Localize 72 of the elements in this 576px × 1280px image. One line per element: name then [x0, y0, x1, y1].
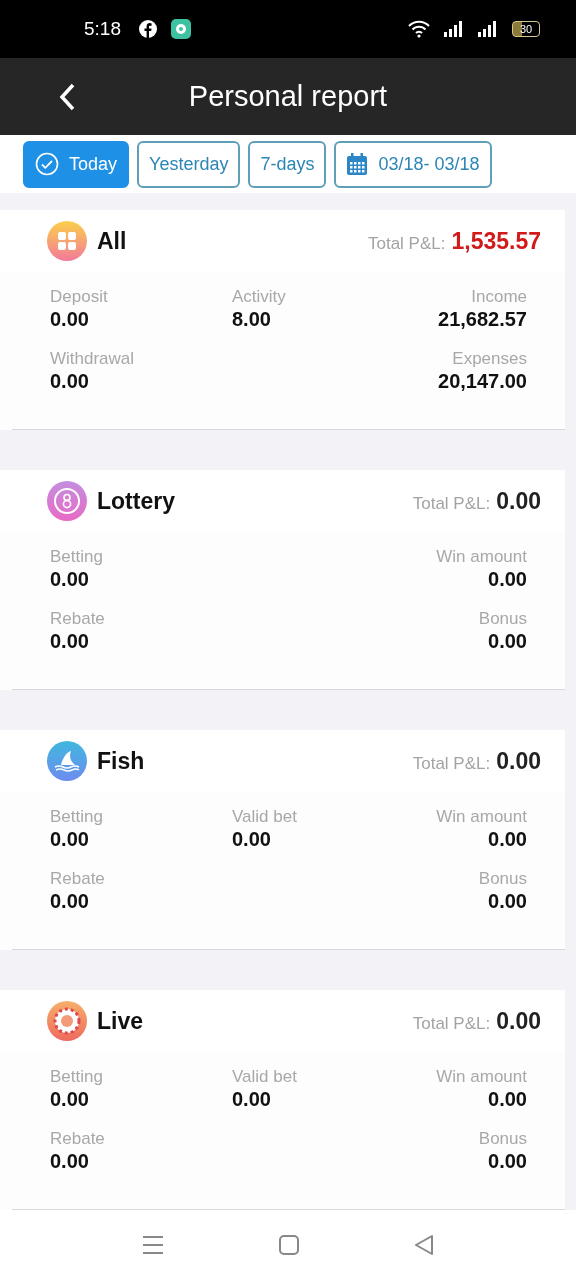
stat-value: 0.00	[232, 1087, 271, 1111]
date-filter-tab[interactable]: 7-days	[248, 140, 327, 188]
category-name: Lottery	[97, 487, 176, 515]
stat-label: Rebate	[50, 608, 105, 629]
stat-label: Betting	[50, 1066, 103, 1087]
home-square-icon[interactable]	[279, 1235, 299, 1255]
total-value: 0.00	[496, 747, 541, 775]
page-title: Personal report	[188, 80, 388, 113]
stat-label: Expenses	[452, 348, 527, 369]
check-circle-icon	[35, 152, 59, 176]
stat-label: Deposit	[50, 286, 108, 307]
stat-label: Betting	[50, 546, 103, 567]
stat-value: 0.00	[488, 567, 527, 591]
stat-value: 0.00	[488, 827, 527, 851]
total-value: 1,535.57	[451, 227, 541, 255]
stat-value: 0.00	[50, 629, 89, 653]
menu-icon[interactable]	[142, 1235, 164, 1255]
total-label: Total P&L:	[412, 493, 491, 514]
category-name: Fish	[97, 747, 146, 775]
stat-value: 0.00	[50, 827, 89, 851]
facebook-icon	[139, 20, 157, 38]
stat-label: Valid bet	[232, 1066, 297, 1087]
app-notification-icon	[171, 19, 191, 39]
stat-label: Rebate	[50, 1128, 105, 1149]
stat-value: 0.00	[50, 1149, 89, 1173]
calendar-icon	[346, 152, 369, 176]
stat-value: 0.00	[488, 889, 527, 913]
back-triangle-icon[interactable]	[414, 1235, 434, 1255]
stat-label: Win amount	[436, 1066, 527, 1087]
total-value: 0.00	[496, 1007, 541, 1035]
total-label: Total P&L:	[412, 1013, 491, 1034]
stat-label: Withdrawal	[50, 348, 135, 369]
stat-value: 8.00	[232, 307, 271, 331]
category-name: All	[97, 227, 128, 255]
battery-indicator: 30	[512, 21, 540, 37]
ball-icon	[47, 481, 87, 521]
total-value: 0.00	[496, 487, 541, 515]
stat-label: Win amount	[436, 806, 527, 827]
stat-label: Valid bet	[232, 806, 297, 827]
stat-value: 20,147.00	[438, 369, 527, 393]
date-filter-tab[interactable]: Today	[23, 140, 130, 188]
stat-value: 0.00	[488, 629, 527, 653]
shark-fin-icon	[47, 741, 87, 781]
stat-value: 0.00	[50, 1087, 89, 1111]
signal-icon	[478, 21, 498, 37]
stat-value: 0.00	[232, 827, 271, 851]
stat-value: 0.00	[488, 1149, 527, 1173]
total-label: Total P&L:	[367, 233, 446, 254]
grid-icon	[47, 221, 87, 261]
casino-chip-icon	[47, 1001, 87, 1041]
stat-label: Activity	[232, 286, 286, 307]
stat-label: Bonus	[478, 1128, 527, 1149]
stat-value: 0.00	[50, 307, 89, 331]
stat-label: Betting	[50, 806, 103, 827]
stat-value: 0.00	[50, 567, 89, 591]
stat-value: 21,682.57	[438, 307, 527, 331]
total-label: Total P&L:	[412, 753, 491, 774]
date-filter-tab[interactable]: Yesterday	[137, 140, 241, 188]
signal-icon	[444, 21, 464, 37]
stat-label: Bonus	[478, 868, 527, 889]
date-filter-tab[interactable]: 03/18- 03/18	[334, 140, 492, 188]
stat-value: 0.00	[50, 369, 89, 393]
category-name: Live	[97, 1007, 145, 1035]
stat-value: 0.00	[488, 1087, 527, 1111]
stat-label: Income	[471, 286, 527, 307]
stat-label: Bonus	[478, 608, 527, 629]
stat-label: Rebate	[50, 868, 105, 889]
status-time: 5:18	[84, 18, 121, 40]
stat-label: Win amount	[436, 546, 527, 567]
wifi-icon	[408, 20, 430, 38]
back-chevron-icon	[58, 82, 76, 112]
stat-value: 0.00	[50, 889, 89, 913]
